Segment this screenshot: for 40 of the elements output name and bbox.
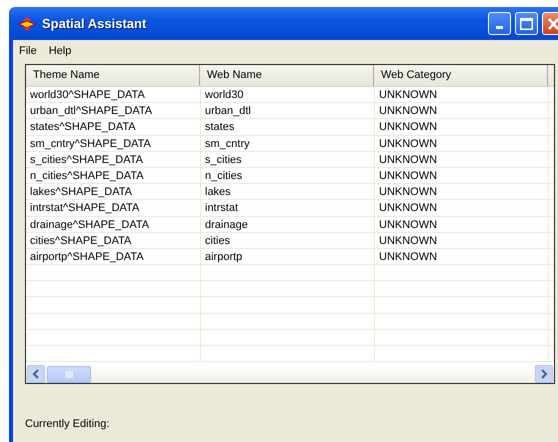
table-cell: UNKNOWN (375, 184, 549, 200)
table-cell: drainage (201, 216, 375, 233)
table-cell: intrstat (201, 200, 375, 216)
table-cell: urban_dtl (201, 103, 375, 120)
table-cell: lakes^SHAPE_DATA (26, 184, 201, 200)
table-cell: airportp (201, 248, 375, 266)
table-cell: drainage^SHAPE_DATA (26, 216, 201, 233)
table-cell: states (201, 119, 375, 136)
table-cell: UNKNOWN (375, 136, 549, 152)
table-cell: airportp^SHAPE_DATA (26, 248, 201, 266)
menu-item[interactable]: File (19, 45, 37, 57)
status-label: Currently Editing: (25, 418, 110, 430)
table-cell: cities (201, 232, 375, 249)
table-cell: UNKNOWN (375, 216, 549, 233)
table-cell: UNKNOWN (375, 168, 549, 184)
column-header[interactable]: Theme Name (26, 65, 200, 86)
table-cell: intrstat^SHAPE_DATA (26, 200, 201, 216)
table-cell: UNKNOWN (375, 200, 549, 216)
table-cell: cities^SHAPE_DATA (26, 232, 201, 249)
table-cell: UNKNOWN (375, 248, 549, 266)
table-cell: UNKNOWN (375, 103, 549, 120)
table-cell: n_cities (201, 168, 375, 184)
table-cell: UNKNOWN (375, 152, 549, 168)
table-cell: UNKNOWN (375, 232, 549, 249)
table-cell: urban_dtl^SHAPE_DATA (26, 103, 201, 120)
table-cell: world30^SHAPE_DATA (26, 87, 201, 104)
table-cell: UNKNOWN (375, 119, 549, 136)
table-cell: world30 (201, 87, 375, 104)
table-cell: states^SHAPE_DATA (26, 119, 201, 136)
table-cell: sm_cntry (201, 136, 375, 152)
column-header[interactable]: Web Name (200, 65, 374, 86)
menu-item[interactable]: Help (48, 45, 72, 57)
table-cell: n_cities^SHAPE_DATA (26, 168, 201, 184)
table-cell: s_cities (201, 152, 375, 168)
table-cell: UNKNOWN (375, 87, 549, 104)
column-header[interactable]: Web Category (374, 65, 548, 86)
window-title: Spatial Assistant (42, 16, 146, 31)
table-cell: lakes (201, 184, 375, 200)
table-cell: sm_cntry^SHAPE_DATA (26, 136, 201, 152)
table-cell: s_cities^SHAPE_DATA (26, 152, 201, 168)
